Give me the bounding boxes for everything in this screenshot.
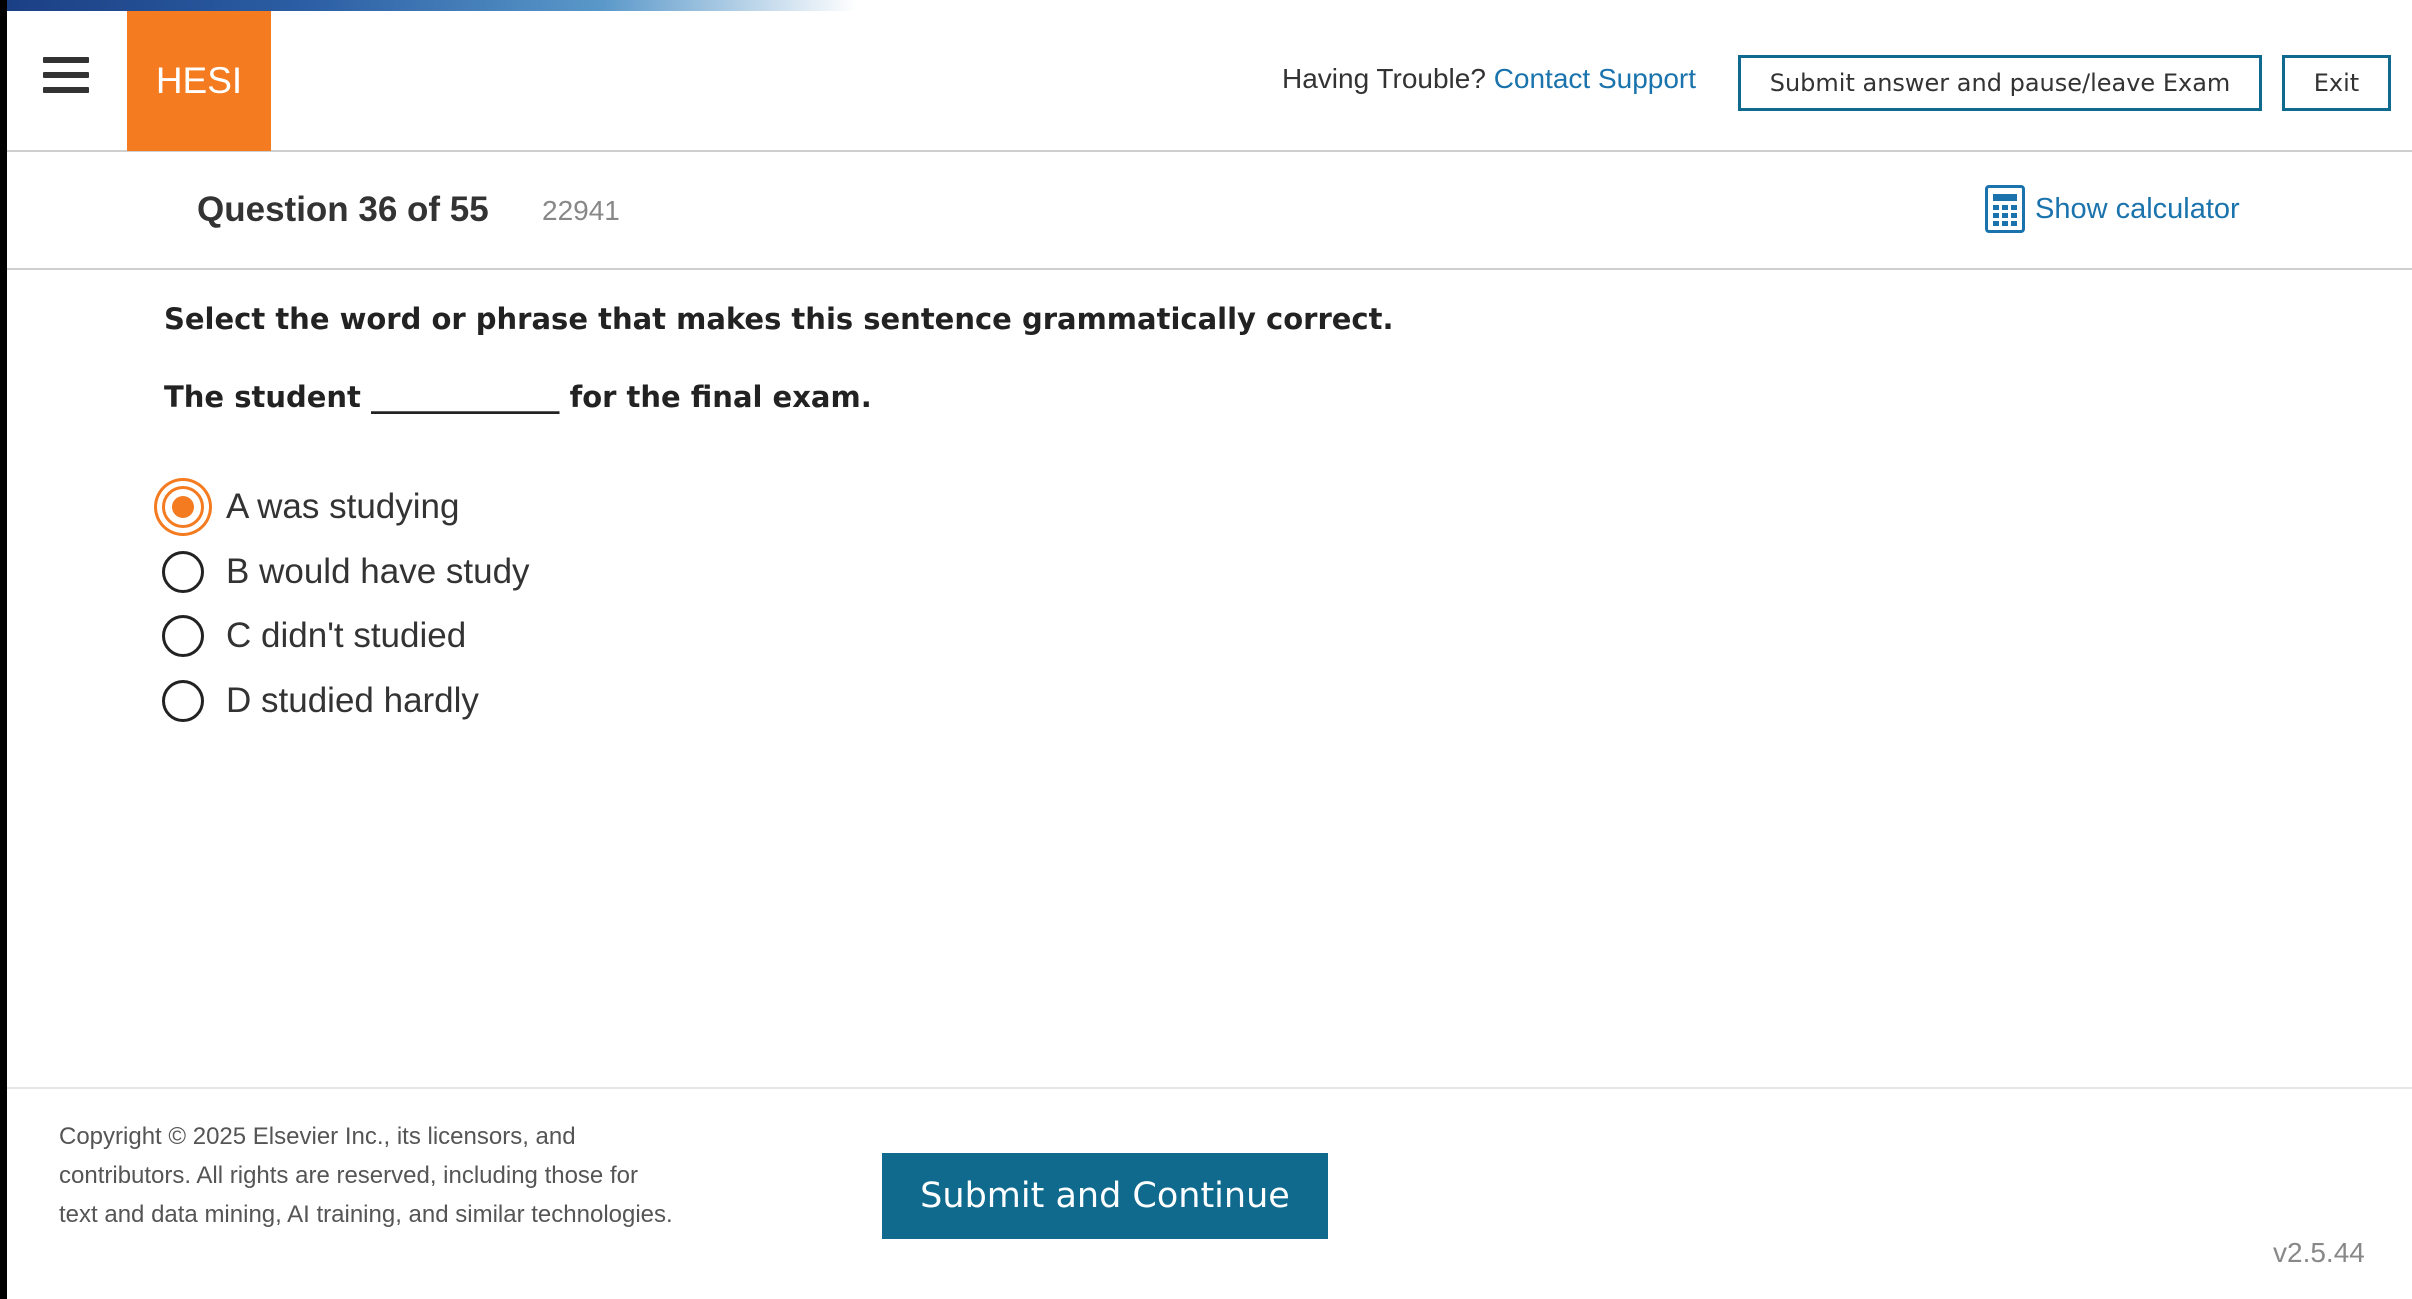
copyright-text: Copyright © 2025 Elsevier Inc., its lice… xyxy=(59,1123,673,1228)
hesi-logo: HESI xyxy=(127,11,271,151)
option-b[interactable]: B would have study xyxy=(162,540,530,605)
version-label: v2.5.44 xyxy=(2273,1237,2365,1268)
exit-button[interactable]: Exit xyxy=(2282,55,2391,111)
question-number: Question 36 of 55 xyxy=(197,190,489,229)
submit-and-pause-button[interactable]: Submit answer and pause/leave Exam xyxy=(1738,55,2262,111)
radio-button-icon[interactable] xyxy=(162,550,204,593)
option-c-label: C didn't studied xyxy=(226,616,467,656)
option-d-label: D studied hardly xyxy=(226,680,479,720)
contact-support-link[interactable]: Contact Support xyxy=(1494,63,1696,94)
show-calculator-button[interactable]: Show calculator xyxy=(1985,185,2240,233)
question-id: 22941 xyxy=(542,195,620,226)
radio-button-icon[interactable] xyxy=(162,486,204,529)
answer-options: A was studying B would have study C didn… xyxy=(162,475,530,733)
submit-and-continue-button[interactable]: Submit and Continue xyxy=(882,1153,1328,1239)
footer: Copyright © 2025 Elsevier Inc., its lice… xyxy=(7,1087,2412,1299)
exam-page: HESI Having Trouble? Contact Support Sub… xyxy=(0,0,2412,1299)
top-gradient-strip xyxy=(7,0,857,11)
option-a-label: A was studying xyxy=(226,487,460,527)
show-calculator-label: Show calculator xyxy=(2035,192,2240,225)
header: HESI Having Trouble? Contact Support Sub… xyxy=(7,11,2412,152)
calculator-icon xyxy=(1985,185,2025,233)
having-trouble-text: Having Trouble? xyxy=(1282,63,1486,94)
option-d[interactable]: D studied hardly xyxy=(162,669,530,734)
having-trouble: Having Trouble? Contact Support xyxy=(1282,63,1696,95)
question-stem: The student _____________ for the final … xyxy=(164,380,872,414)
radio-button-icon[interactable] xyxy=(162,615,204,658)
question-instruction: Select the word or phrase that makes thi… xyxy=(164,302,1394,336)
question-bar: Question 36 of 55 22941 Show calculator xyxy=(7,152,2412,270)
option-c[interactable]: C didn't studied xyxy=(162,604,530,669)
radio-button-icon[interactable] xyxy=(162,679,204,722)
hamburger-menu-icon[interactable] xyxy=(43,57,89,99)
option-b-label: B would have study xyxy=(226,551,530,591)
option-a[interactable]: A was studying xyxy=(162,475,530,540)
